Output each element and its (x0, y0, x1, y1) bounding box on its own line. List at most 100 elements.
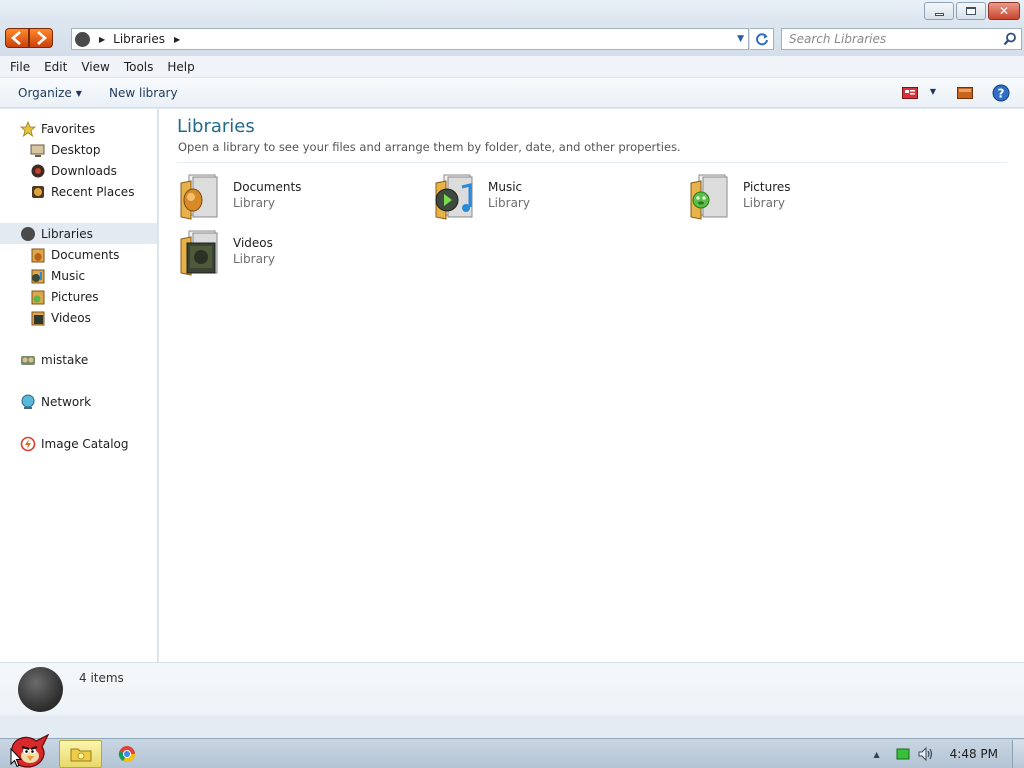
nav-favorites[interactable]: Favorites (0, 118, 157, 139)
breadcrumb-separator-icon[interactable]: ▶ (99, 35, 105, 44)
library-type: Library (233, 196, 275, 210)
status-bar (0, 715, 1024, 738)
organize-label: Organize (18, 86, 72, 100)
libraries-large-icon (18, 667, 63, 712)
pictures-library-icon (30, 289, 46, 305)
nav-documents-label: Documents (51, 247, 120, 262)
mouse-cursor-icon (10, 748, 22, 768)
library-name: Pictures (743, 180, 791, 194)
new-library-label: New library (109, 86, 178, 100)
organize-button[interactable]: Organize ▼ (18, 86, 82, 100)
downloads-icon (30, 163, 46, 179)
menu-bar: File Edit View Tools Help (0, 56, 1024, 78)
forward-arrow-icon (37, 31, 47, 45)
item-count: 4 items (79, 671, 124, 685)
nav-desktop[interactable]: Desktop (0, 139, 157, 160)
new-library-button[interactable]: New library (109, 86, 178, 100)
nav-image-catalog[interactable]: Image Catalog (0, 433, 157, 454)
show-desktop-button[interactable] (1012, 740, 1024, 768)
library-name: Videos (233, 236, 273, 250)
nav-libraries[interactable]: Libraries (0, 223, 157, 244)
window-controls: ✕ (924, 2, 1020, 20)
libraries-location-icon (75, 31, 90, 47)
details-pane: 4 items (0, 662, 1024, 715)
refresh-button[interactable] (750, 28, 774, 50)
minimize-button[interactable] (924, 2, 954, 20)
menu-view[interactable]: View (74, 60, 116, 74)
close-button[interactable]: ✕ (988, 2, 1020, 20)
change-view-icon[interactable] (902, 87, 918, 99)
music-library-icon (30, 268, 46, 284)
image-catalog-icon (20, 436, 36, 452)
forward-button[interactable] (29, 28, 53, 48)
pictures-library-icon (690, 174, 728, 220)
library-type: Library (488, 196, 530, 210)
nav-library-pictures[interactable]: Pictures (0, 286, 157, 307)
navigation-pane: Favorites Desktop Downloads Recent Place… (0, 109, 158, 662)
nav-recent-places-label: Recent Places (51, 184, 135, 199)
nav-recent-places[interactable]: Recent Places (0, 181, 157, 202)
breadcrumb-separator-icon[interactable]: ▶ (174, 35, 180, 44)
content-pane: Libraries Open a library to see your fil… (159, 109, 1024, 662)
library-name: Documents (233, 180, 302, 194)
breadcrumb-libraries[interactable]: Libraries (113, 32, 165, 46)
nav-network-label: Network (41, 394, 92, 409)
search-icon[interactable] (1003, 32, 1017, 46)
recent-places-icon (30, 184, 46, 200)
nav-favorites-label: Favorites (41, 121, 96, 136)
library-item-pictures[interactable]: Pictures Library (689, 173, 929, 221)
menu-file[interactable]: File (3, 60, 37, 74)
back-forward-buttons (5, 28, 53, 48)
search-input[interactable] (782, 29, 992, 49)
action-center-icon[interactable] (896, 748, 910, 760)
clock[interactable]: 4:48 PM (950, 747, 998, 761)
nav-library-documents[interactable]: Documents (0, 244, 157, 265)
library-item-documents[interactable]: Documents Library (179, 173, 419, 221)
chrome-icon (118, 746, 136, 763)
nav-image-catalog-label: Image Catalog (41, 436, 129, 451)
search-box[interactable] (781, 28, 1022, 50)
nav-downloads-label: Downloads (51, 163, 117, 178)
volume-icon[interactable] (918, 747, 934, 761)
nav-homegroup-label: mistake (41, 352, 89, 367)
view-options-chevron-icon[interactable]: ▼ (930, 87, 936, 96)
library-name: Music (488, 180, 523, 194)
menu-edit[interactable]: Edit (37, 60, 74, 74)
nav-music-label: Music (51, 268, 86, 283)
address-bar[interactable]: ▶ Libraries ▶ ▼ (71, 28, 749, 50)
videos-library-icon (30, 310, 46, 326)
nav-downloads[interactable]: Downloads (0, 160, 157, 181)
navigation-bar: ▶ Libraries ▶ ▼ (0, 24, 1024, 56)
homegroup-icon (20, 352, 36, 368)
nav-network[interactable]: Network (0, 391, 157, 412)
network-icon (20, 394, 36, 410)
preview-pane-icon[interactable] (957, 87, 973, 99)
library-type: Library (233, 252, 275, 266)
page-title: Libraries (177, 116, 255, 137)
documents-library-icon (30, 247, 46, 263)
libraries-icon (20, 226, 36, 242)
menu-help[interactable]: Help (160, 60, 201, 74)
taskbar-chrome-button[interactable] (108, 740, 146, 768)
taskbar-explorer-button[interactable] (59, 740, 102, 768)
title-bar: ✕ (0, 0, 1024, 24)
nav-homegroup[interactable]: mistake (0, 349, 157, 370)
minimize-icon (934, 13, 944, 16)
nav-library-videos[interactable]: Videos (0, 307, 157, 328)
nav-library-music[interactable]: Music (0, 265, 157, 286)
desktop-icon (30, 142, 46, 158)
help-icon[interactable]: ? (992, 84, 1010, 102)
address-history-dropdown-icon[interactable]: ▼ (737, 34, 744, 44)
system-tray: ▲ 4:48 PM (873, 739, 1024, 768)
library-item-music[interactable]: Music Library (434, 173, 674, 221)
show-hidden-icons-icon[interactable]: ▲ (873, 750, 879, 759)
menu-tools[interactable]: Tools (117, 60, 161, 74)
close-icon: ✕ (998, 4, 1010, 18)
back-arrow-icon (11, 31, 21, 45)
restore-button[interactable] (956, 2, 986, 20)
library-item-videos[interactable]: Videos Library (179, 229, 419, 277)
back-button[interactable] (5, 28, 29, 48)
documents-library-icon (180, 174, 218, 220)
music-library-icon (435, 174, 473, 220)
header-divider (177, 162, 1007, 163)
